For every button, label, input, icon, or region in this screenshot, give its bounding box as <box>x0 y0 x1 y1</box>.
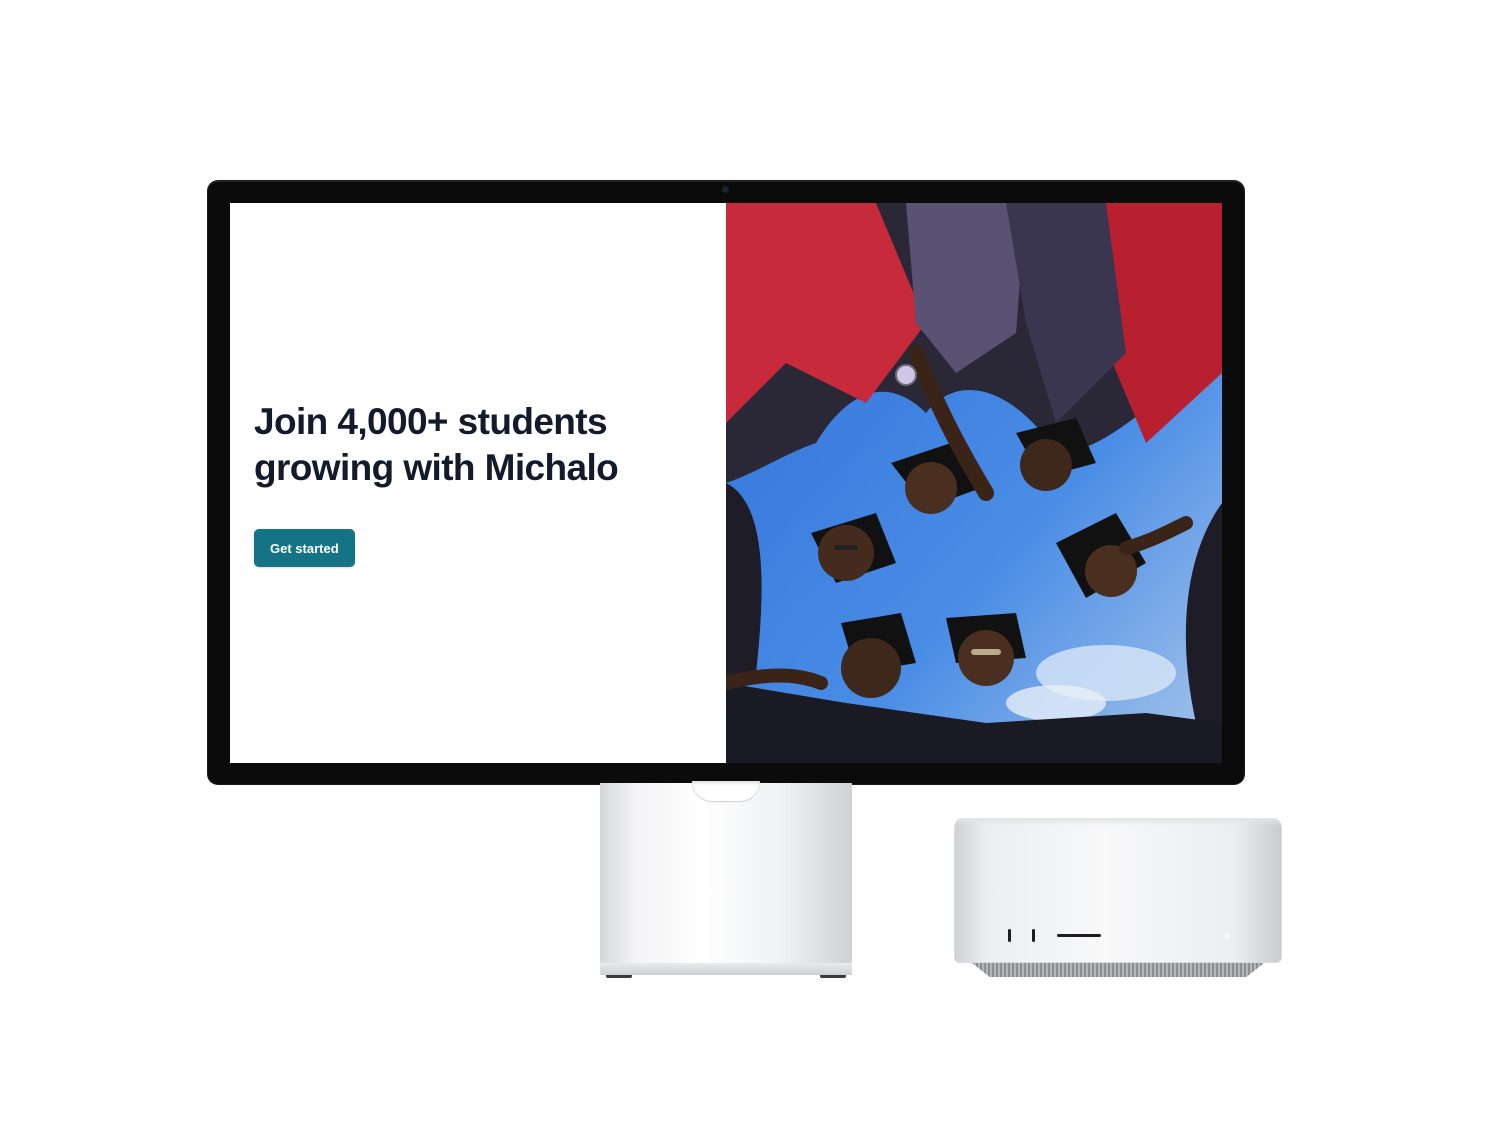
stand-base <box>600 963 852 975</box>
mac-studio <box>954 818 1282 977</box>
mac-studio-top <box>954 818 1282 826</box>
stand-foot-left <box>606 975 632 978</box>
camera-icon <box>722 186 729 193</box>
stand-hinge <box>692 781 760 801</box>
display-screen: Join 4,000+ students growing with Michal… <box>230 203 1222 763</box>
hero-photo <box>726 203 1222 763</box>
stand-foot-right <box>820 975 846 978</box>
monitor-stand <box>600 781 852 978</box>
power-led-icon <box>1225 934 1229 938</box>
product-mockup-scene: Join 4,000+ students growing with Michal… <box>0 0 1500 1125</box>
studio-display: Join 4,000+ students growing with Michal… <box>208 181 1244 784</box>
mac-studio-vent <box>972 963 1264 977</box>
hero-title: Join 4,000+ students growing with Michal… <box>254 401 619 488</box>
sd-card-slot-icon <box>1057 934 1101 937</box>
graduates-photo-illustration <box>726 203 1222 763</box>
usb-port-icon <box>1008 929 1011 942</box>
hero-text-panel: Join 4,000+ students growing with Michal… <box>230 203 726 763</box>
usb-port-icon <box>1032 929 1035 942</box>
get-started-button[interactable]: Get started <box>254 529 355 567</box>
